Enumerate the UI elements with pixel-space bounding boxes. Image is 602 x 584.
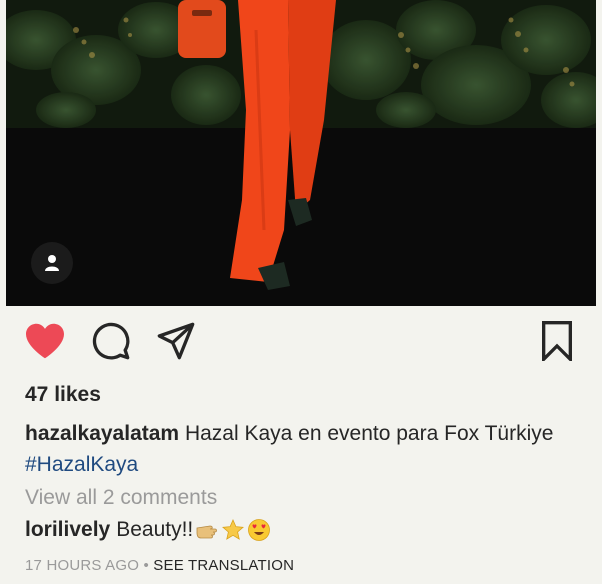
post-image [6, 0, 596, 306]
post-timestamp: 17 HOURS AGO [25, 557, 140, 574]
person-icon [45, 255, 59, 271]
caption-hashtag[interactable]: #HazalKaya [25, 453, 138, 476]
pointing-hand-emoji [196, 525, 218, 539]
bookmark-icon [542, 321, 572, 361]
post-action-bar [0, 318, 602, 368]
meta-separator: • [139, 557, 154, 574]
heart-icon [26, 323, 64, 359]
comment-text: Beauty!! [116, 518, 194, 541]
likes-count[interactable]: 47 likes [25, 383, 101, 407]
post-photo[interactable] [6, 0, 596, 306]
star-emoji [222, 519, 245, 540]
like-button[interactable] [22, 318, 68, 364]
caption-text: Hazal Kaya en evento para Fox Türkiye [179, 422, 554, 445]
post-meta: 17 HOURS AGO • SEE TRANSLATION [25, 557, 294, 574]
heart-eyes-emoji [248, 519, 271, 541]
paper-plane-icon [157, 322, 195, 360]
comment-icon [92, 322, 130, 360]
share-button[interactable] [153, 318, 199, 364]
save-button[interactable] [534, 318, 580, 364]
comment-item: lorilively Beauty!! [25, 518, 271, 542]
comment-username[interactable]: lorilively [25, 518, 110, 542]
view-all-comments-link[interactable]: View all 2 comments [25, 486, 217, 510]
comment-button[interactable] [88, 318, 134, 364]
post-caption: hazalkayalatam Hazal Kaya en evento para… [25, 418, 570, 480]
see-translation-link[interactable]: SEE TRANSLATION [153, 557, 294, 574]
tagged-users-button[interactable] [31, 242, 73, 284]
caption-username[interactable]: hazalkayalatam [25, 422, 179, 445]
